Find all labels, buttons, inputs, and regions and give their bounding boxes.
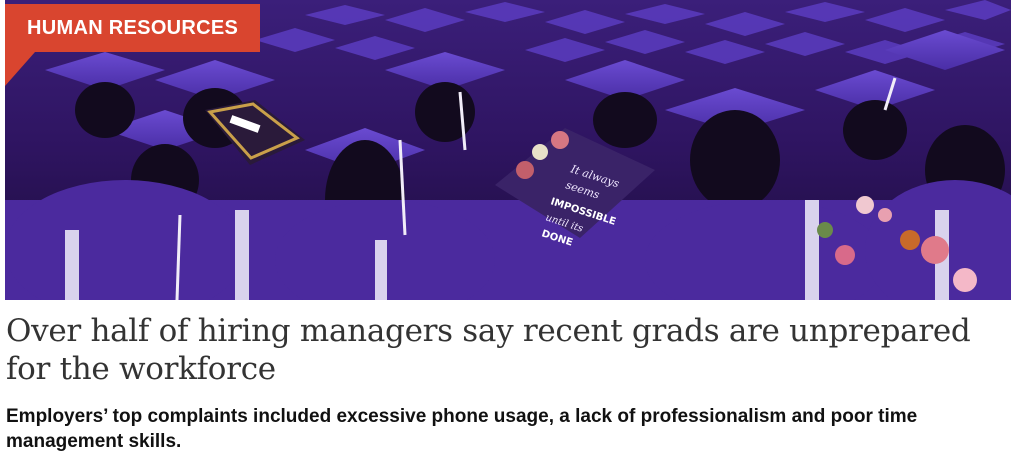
article-headline[interactable]: Over half of hiring managers say recent … [6, 312, 1016, 388]
article-dek: Employers’ top complaints included exces… [6, 406, 918, 452]
category-ribbon-tail [5, 52, 35, 86]
category-label-text: HUMAN RESOURCES [27, 16, 239, 39]
category-label[interactable]: HUMAN RESOURCES [5, 4, 261, 52]
